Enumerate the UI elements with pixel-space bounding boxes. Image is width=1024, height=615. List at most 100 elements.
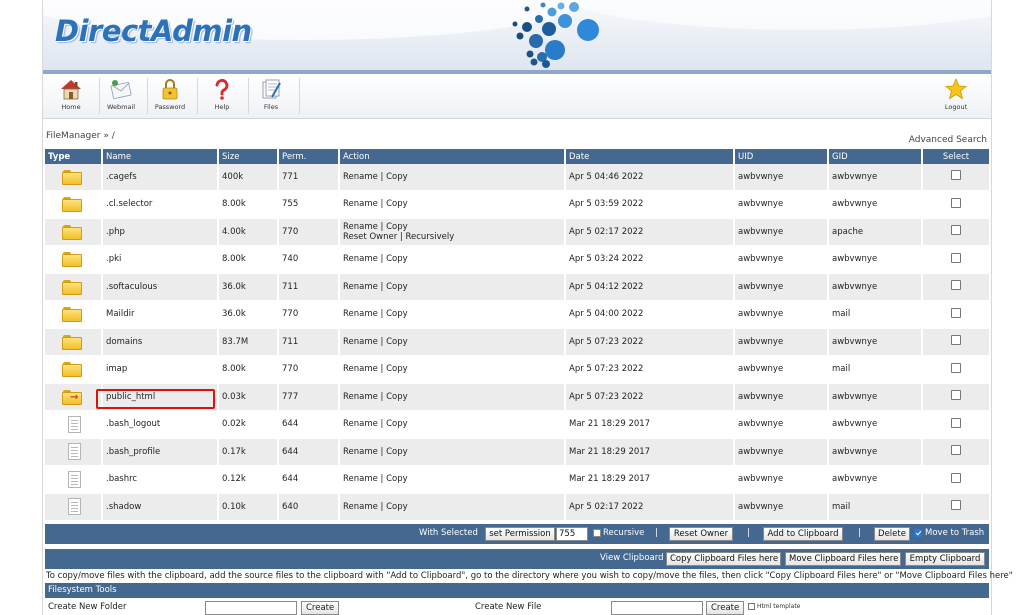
rename-copy-links[interactable]: Rename | Copy bbox=[343, 364, 564, 374]
select-checkbox[interactable] bbox=[951, 472, 961, 483]
delete-button[interactable]: Delete bbox=[874, 527, 910, 541]
set-permission-button[interactable]: set Permission bbox=[485, 527, 555, 541]
table-row[interactable]: .bash_profile 0.17k 644 Rename | Copy Mar 21… bbox=[45, 438, 989, 467]
file-name[interactable]: .bashrc bbox=[101, 465, 218, 494]
rename-copy-links[interactable]: Rename | Copy bbox=[343, 502, 564, 512]
column-header-date[interactable]: Date bbox=[564, 149, 734, 164]
table-row[interactable]: .bash_logout 0.02k 644 Rename | Copy Mar 21 … bbox=[45, 410, 989, 439]
file-icon[interactable] bbox=[68, 443, 81, 461]
directadmin-logo[interactable]: DirectAdmin bbox=[55, 14, 252, 48]
column-header-size[interactable]: Size bbox=[217, 149, 278, 164]
file-permission[interactable]: 740 bbox=[277, 245, 339, 274]
folder-icon[interactable] bbox=[62, 306, 82, 323]
file-permission[interactable]: 771 bbox=[277, 164, 339, 192]
file-permission[interactable]: 640 bbox=[277, 493, 339, 522]
table-row[interactable]: .softaculous 36.0k 711 Rename | Copy Apr 5 0… bbox=[45, 273, 989, 302]
reset-owner-button[interactable]: Reset Owner bbox=[669, 527, 733, 541]
select-checkbox[interactable] bbox=[951, 417, 961, 428]
create-file-button[interactable]: Create bbox=[706, 601, 745, 615]
advanced-search-link[interactable]: Advanced Search bbox=[909, 135, 987, 145]
reset-owner-links[interactable]: Reset Owner | Recursively bbox=[343, 232, 564, 242]
table-row[interactable]: .pki 8.00k 740 Rename | Copy Apr 5 03:24 202… bbox=[45, 245, 989, 274]
select-checkbox[interactable] bbox=[951, 252, 961, 263]
table-row[interactable]: domains 83.7M 711 Rename | Copy Apr 5 07:23 … bbox=[45, 328, 989, 357]
select-checkbox[interactable] bbox=[951, 307, 961, 318]
toolbar-home[interactable]: Home bbox=[45, 77, 97, 111]
column-header-uid[interactable]: UID bbox=[733, 149, 828, 164]
file-name[interactable]: Maildir bbox=[101, 300, 218, 329]
file-name[interactable]: imap bbox=[101, 355, 218, 384]
rename-copy-links[interactable]: Rename | Copy bbox=[343, 337, 564, 347]
column-header-type[interactable]: Type bbox=[45, 149, 102, 164]
select-checkbox[interactable] bbox=[951, 197, 961, 208]
file-permission[interactable]: 770 bbox=[277, 355, 339, 384]
rename-copy-links[interactable]: Rename | Copy bbox=[343, 309, 564, 319]
file-name[interactable]: .bash_logout bbox=[101, 410, 218, 439]
select-checkbox[interactable] bbox=[951, 335, 961, 346]
folder-icon[interactable] bbox=[62, 169, 82, 185]
column-header-gid[interactable]: GID bbox=[827, 149, 922, 164]
rename-copy-links[interactable]: Rename | Copy bbox=[343, 199, 564, 209]
create-folder-button[interactable]: Create bbox=[301, 601, 340, 615]
toolbar-webmail[interactable]: Webmail bbox=[95, 77, 147, 111]
select-checkbox[interactable] bbox=[951, 390, 961, 401]
toolbar-logout[interactable]: Logout bbox=[930, 77, 982, 111]
empty-clipboard-button[interactable]: Empty Clipboard bbox=[905, 552, 985, 566]
table-row[interactable]: .cagefs 400k 771 Rename | Copy Apr 5 04:46 2… bbox=[45, 164, 989, 192]
rename-copy-links[interactable]: Rename | Copy bbox=[343, 392, 564, 402]
folder-icon[interactable] bbox=[62, 334, 82, 350]
select-checkbox[interactable] bbox=[951, 280, 961, 291]
file-permission[interactable]: 770 bbox=[277, 300, 339, 329]
file-name[interactable]: domains bbox=[101, 328, 218, 357]
new-folder-input[interactable] bbox=[205, 601, 297, 615]
table-row[interactable]: .shadow 0.10k 640 Rename | Copy Apr 5 02:17 … bbox=[45, 493, 989, 522]
file-permission[interactable]: 711 bbox=[277, 328, 339, 357]
folder-icon[interactable] bbox=[62, 251, 82, 268]
toolbar-files[interactable]: Files bbox=[245, 77, 297, 111]
move-to-trash-checkbox[interactable] bbox=[914, 529, 922, 537]
permission-input[interactable]: 755 bbox=[556, 527, 588, 541]
copy-clipboard-files-button[interactable]: Copy Clipboard Files here bbox=[666, 552, 781, 566]
rename-copy-links[interactable]: Rename | Copy bbox=[343, 222, 564, 232]
table-row[interactable]: Maildir 36.0k 770 Rename | Copy Apr 5 04:00 … bbox=[45, 300, 989, 329]
rename-copy-links[interactable]: Rename | Copy bbox=[343, 172, 564, 182]
file-icon[interactable] bbox=[68, 498, 81, 516]
table-row[interactable]: imap 8.00k 770 Rename | Copy Apr 5 07:23 202… bbox=[45, 355, 989, 384]
file-permission[interactable]: 644 bbox=[277, 465, 339, 494]
recursive-checkbox[interactable] bbox=[593, 529, 601, 537]
table-row[interactable]: .php 4.00k 770 Rename | Copy Reset Owner | R… bbox=[45, 218, 989, 247]
rename-copy-links[interactable]: Rename | Copy bbox=[343, 447, 564, 457]
folder-icon[interactable] bbox=[62, 361, 82, 378]
file-icon[interactable] bbox=[68, 470, 81, 488]
file-permission[interactable]: 711 bbox=[277, 273, 339, 302]
file-permission[interactable]: 777 bbox=[277, 383, 339, 412]
select-checkbox[interactable] bbox=[951, 445, 961, 456]
column-header-name[interactable]: Name bbox=[101, 149, 218, 164]
folder-icon[interactable] bbox=[62, 224, 82, 240]
select-checkbox[interactable] bbox=[951, 170, 961, 181]
html-template-checkbox[interactable] bbox=[748, 603, 755, 610]
toolbar-password[interactable]: Password bbox=[144, 77, 196, 111]
column-header-perm[interactable]: Perm. bbox=[277, 149, 339, 164]
toolbar-help[interactable]: Help bbox=[196, 77, 248, 111]
breadcrumb[interactable]: FileManager » / bbox=[46, 131, 115, 141]
folder-link-icon[interactable]: → bbox=[62, 389, 82, 405]
file-name[interactable]: .bash_profile bbox=[101, 438, 218, 467]
file-permission[interactable]: 770 bbox=[277, 218, 339, 247]
file-name[interactable]: .softaculous bbox=[101, 273, 218, 302]
rename-copy-links[interactable]: Rename | Copy bbox=[343, 282, 564, 292]
file-name[interactable]: .php bbox=[101, 218, 218, 247]
file-permission[interactable]: 644 bbox=[277, 410, 339, 439]
add-to-clipboard-button[interactable]: Add to Clipboard bbox=[763, 527, 843, 541]
file-name[interactable]: .shadow bbox=[101, 493, 218, 522]
select-checkbox[interactable] bbox=[951, 500, 961, 511]
rename-copy-links[interactable]: Rename | Copy bbox=[343, 254, 564, 264]
file-permission[interactable]: 644 bbox=[277, 438, 339, 467]
table-row[interactable]: .cl.selector 8.00k 755 Rename | Copy Apr 5 0… bbox=[45, 190, 989, 219]
select-checkbox[interactable] bbox=[951, 225, 961, 236]
folder-icon[interactable] bbox=[62, 196, 82, 213]
rename-copy-links[interactable]: Rename | Copy bbox=[343, 474, 564, 484]
file-name[interactable]: .cagefs bbox=[101, 164, 218, 192]
rename-copy-links[interactable]: Rename | Copy bbox=[343, 419, 564, 429]
file-name[interactable]: .pki bbox=[101, 245, 218, 274]
